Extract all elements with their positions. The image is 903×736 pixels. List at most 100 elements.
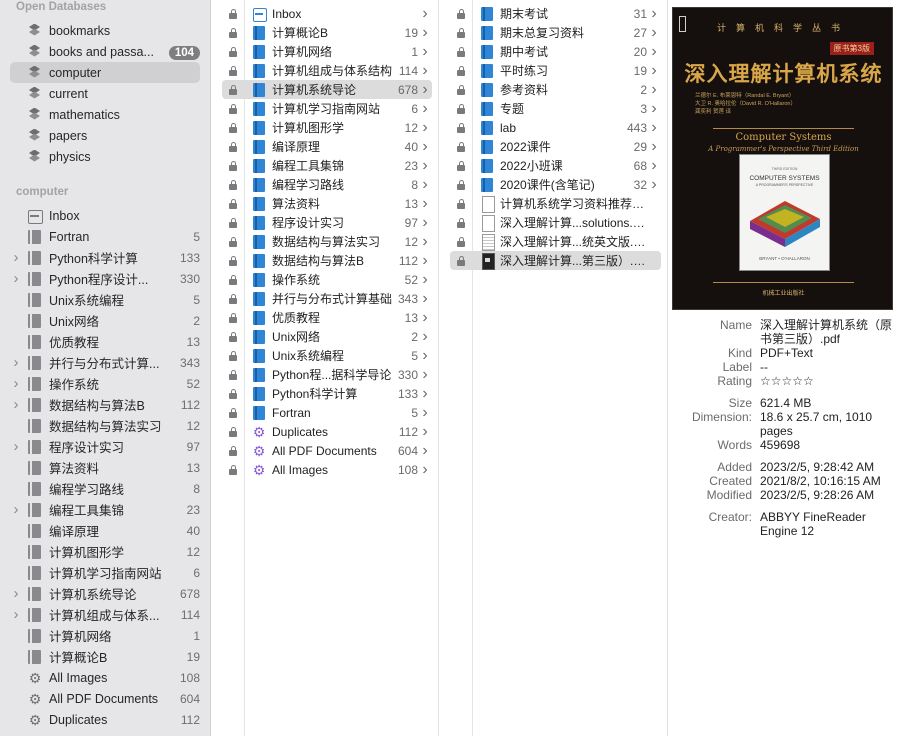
lock-icon[interactable] (228, 445, 238, 456)
sidebar-group-item[interactable]: › 编程工具集锦 23 (10, 499, 201, 520)
sidebar-group-item[interactable]: ⚙ Duplicates 112 (10, 709, 200, 730)
column1-row[interactable]: 程序设计实习 97 › (222, 213, 432, 232)
column1-row[interactable]: Inbox › (222, 4, 432, 23)
disclosure-chevron-icon[interactable]: › (10, 270, 22, 287)
lock-icon[interactable] (228, 369, 238, 380)
sidebar-database-item[interactable]: books and passa... 104 (10, 41, 200, 62)
lock-icon[interactable] (228, 407, 238, 418)
sidebar-group-item[interactable]: › 计算机组成与体系... 114 (10, 604, 201, 625)
column1-row[interactable]: 编程工具集锦 23 › (222, 156, 432, 175)
lock-icon[interactable] (456, 198, 466, 209)
lock-icon[interactable] (228, 274, 238, 285)
column1-row[interactable]: Python科学计算 133 › (222, 384, 432, 403)
column1-row[interactable]: 算法资料 13 › (222, 194, 432, 213)
disclosure-chevron-icon[interactable]: › (10, 375, 22, 392)
disclosure-chevron-icon[interactable]: › (10, 438, 22, 455)
lock-icon[interactable] (228, 331, 238, 342)
lock-icon[interactable] (228, 27, 238, 38)
lock-icon[interactable] (456, 65, 466, 76)
column1-row[interactable]: ⚙ Duplicates 112 › (222, 422, 432, 441)
sidebar-database-item[interactable]: mathematics (10, 104, 200, 125)
sidebar-group-item[interactable]: Inbox (10, 205, 200, 226)
lock-icon[interactable] (228, 103, 238, 114)
column1-row[interactable]: Fortran 5 › (222, 403, 432, 422)
lock-icon[interactable] (228, 8, 238, 19)
lock-icon[interactable] (228, 293, 238, 304)
column1-row[interactable]: 编译原理 40 › (222, 137, 432, 156)
column2-row[interactable]: 2022小班课 68 › (450, 156, 661, 175)
rating-stars[interactable]: ☆☆☆☆☆ (760, 374, 900, 388)
sidebar-group-item[interactable]: › Python科学计算 133 (10, 247, 201, 268)
column1-row[interactable]: 计算概论B 19 › (222, 23, 432, 42)
lock-icon[interactable] (228, 65, 238, 76)
sidebar-group-item[interactable]: Unix系统编程 5 (10, 289, 200, 310)
lock-icon[interactable] (456, 141, 466, 152)
column1-row[interactable]: ⚙ All PDF Documents 604 › (222, 441, 432, 460)
sidebar-group-item[interactable]: › Python程序设计... 330 (10, 268, 201, 289)
column1-row[interactable]: 计算机学习指南网站 6 › (222, 99, 432, 118)
sidebar-group-item[interactable]: 计算机图形学 12 (10, 541, 200, 562)
column2-row[interactable]: 深入理解计算...solutions.pdf (450, 213, 661, 232)
sidebar-group-item[interactable]: 算法资料 13 (10, 457, 200, 478)
lock-icon[interactable] (456, 179, 466, 190)
disclosure-chevron-icon[interactable]: › (10, 606, 22, 623)
column2-row[interactable]: 期末考试 31 › (450, 4, 661, 23)
sidebar-group-item[interactable]: 计算概论B 19 (10, 646, 200, 667)
disclosure-chevron-icon[interactable]: › (10, 354, 22, 371)
sidebar-database-item[interactable]: computer (10, 62, 200, 83)
column1-row[interactable]: 计算机网络 1 › (222, 42, 432, 61)
disclosure-chevron-icon[interactable]: › (10, 585, 22, 602)
column2-row[interactable]: 期中考试 20 › (450, 42, 661, 61)
sidebar-database-item[interactable]: current (10, 83, 200, 104)
sidebar-group-item[interactable]: › 计算机系统导论 678 (10, 583, 201, 604)
column1-row[interactable]: Python程...据科学导论 330 › (222, 365, 432, 384)
column1-row[interactable]: 计算机图形学 12 › (222, 118, 432, 137)
lock-icon[interactable] (456, 46, 466, 57)
column1-row[interactable]: ⚙ All Images 108 › (222, 460, 432, 479)
lock-icon[interactable] (228, 122, 238, 133)
sidebar-group-item[interactable]: 计算机学习指南网站 6 (10, 562, 200, 583)
column1-row[interactable]: Unix网络 2 › (222, 327, 432, 346)
lock-icon[interactable] (228, 198, 238, 209)
column1-row[interactable]: 操作系统 52 › (222, 270, 432, 289)
sidebar-group-item[interactable]: ⚙ All PDF Documents 604 (10, 688, 200, 709)
column2-row[interactable]: 参考资料 2 › (450, 80, 661, 99)
column2-row[interactable]: 平时练习 19 › (450, 61, 661, 80)
column1-row[interactable]: 数据结构与算法B 112 › (222, 251, 432, 270)
column2-row[interactable]: 深入理解计算...统英文版.pdf (450, 232, 661, 251)
lock-icon[interactable] (228, 46, 238, 57)
sidebar-group-item[interactable]: › 操作系统 52 (10, 373, 201, 394)
disclosure-chevron-icon[interactable]: › (10, 249, 22, 266)
sidebar-group-item[interactable]: ⚙ All Images 108 (10, 667, 200, 688)
column2-row[interactable]: 深入理解计算...第三版）.pdf (450, 251, 661, 270)
lock-icon[interactable] (456, 160, 466, 171)
lock-icon[interactable] (228, 350, 238, 361)
sidebar-group-item[interactable]: › 程序设计实习 97 (10, 436, 201, 457)
column1-row[interactable]: 数据结构与算法实习 12 › (222, 232, 432, 251)
sidebar-group-item[interactable]: 编程学习路线 8 (10, 478, 200, 499)
document-preview-cover[interactable]: 计算机科学丛书 原书第3版 深入理解计算机系统 兰德尔 E. 布莱恩特（Rand… (672, 7, 893, 310)
lock-icon[interactable] (456, 255, 466, 266)
column2-row[interactable]: 2022课件 29 › (450, 137, 661, 156)
lock-icon[interactable] (228, 217, 238, 228)
column2-row[interactable]: 计算机系统学习资料推荐.pdf (450, 194, 661, 213)
lock-icon[interactable] (228, 426, 238, 437)
lock-icon[interactable] (456, 84, 466, 95)
column1-row[interactable]: 并行与分布式计算基础 343 › (222, 289, 432, 308)
lock-icon[interactable] (456, 27, 466, 38)
disclosure-chevron-icon[interactable]: › (10, 396, 22, 413)
lock-icon[interactable] (456, 122, 466, 133)
sidebar-database-item[interactable]: physics (10, 146, 200, 167)
column1-row[interactable]: 计算机组成与体系结构 114 › (222, 61, 432, 80)
lock-icon[interactable] (228, 141, 238, 152)
column2-row[interactable]: lab 443 › (450, 118, 661, 137)
column1-row[interactable]: 计算机系统导论 678 › (222, 80, 432, 99)
lock-icon[interactable] (456, 217, 466, 228)
column1-row[interactable]: 优质教程 13 › (222, 308, 432, 327)
lock-icon[interactable] (456, 103, 466, 114)
sidebar-group-item[interactable]: Fortran 5 (10, 226, 200, 247)
disclosure-chevron-icon[interactable]: › (10, 501, 22, 518)
sidebar-group-item[interactable]: › 并行与分布式计算... 343 (10, 352, 201, 373)
column1-row[interactable]: 编程学习路线 8 › (222, 175, 432, 194)
sidebar-group-item[interactable]: 编译原理 40 (10, 520, 200, 541)
